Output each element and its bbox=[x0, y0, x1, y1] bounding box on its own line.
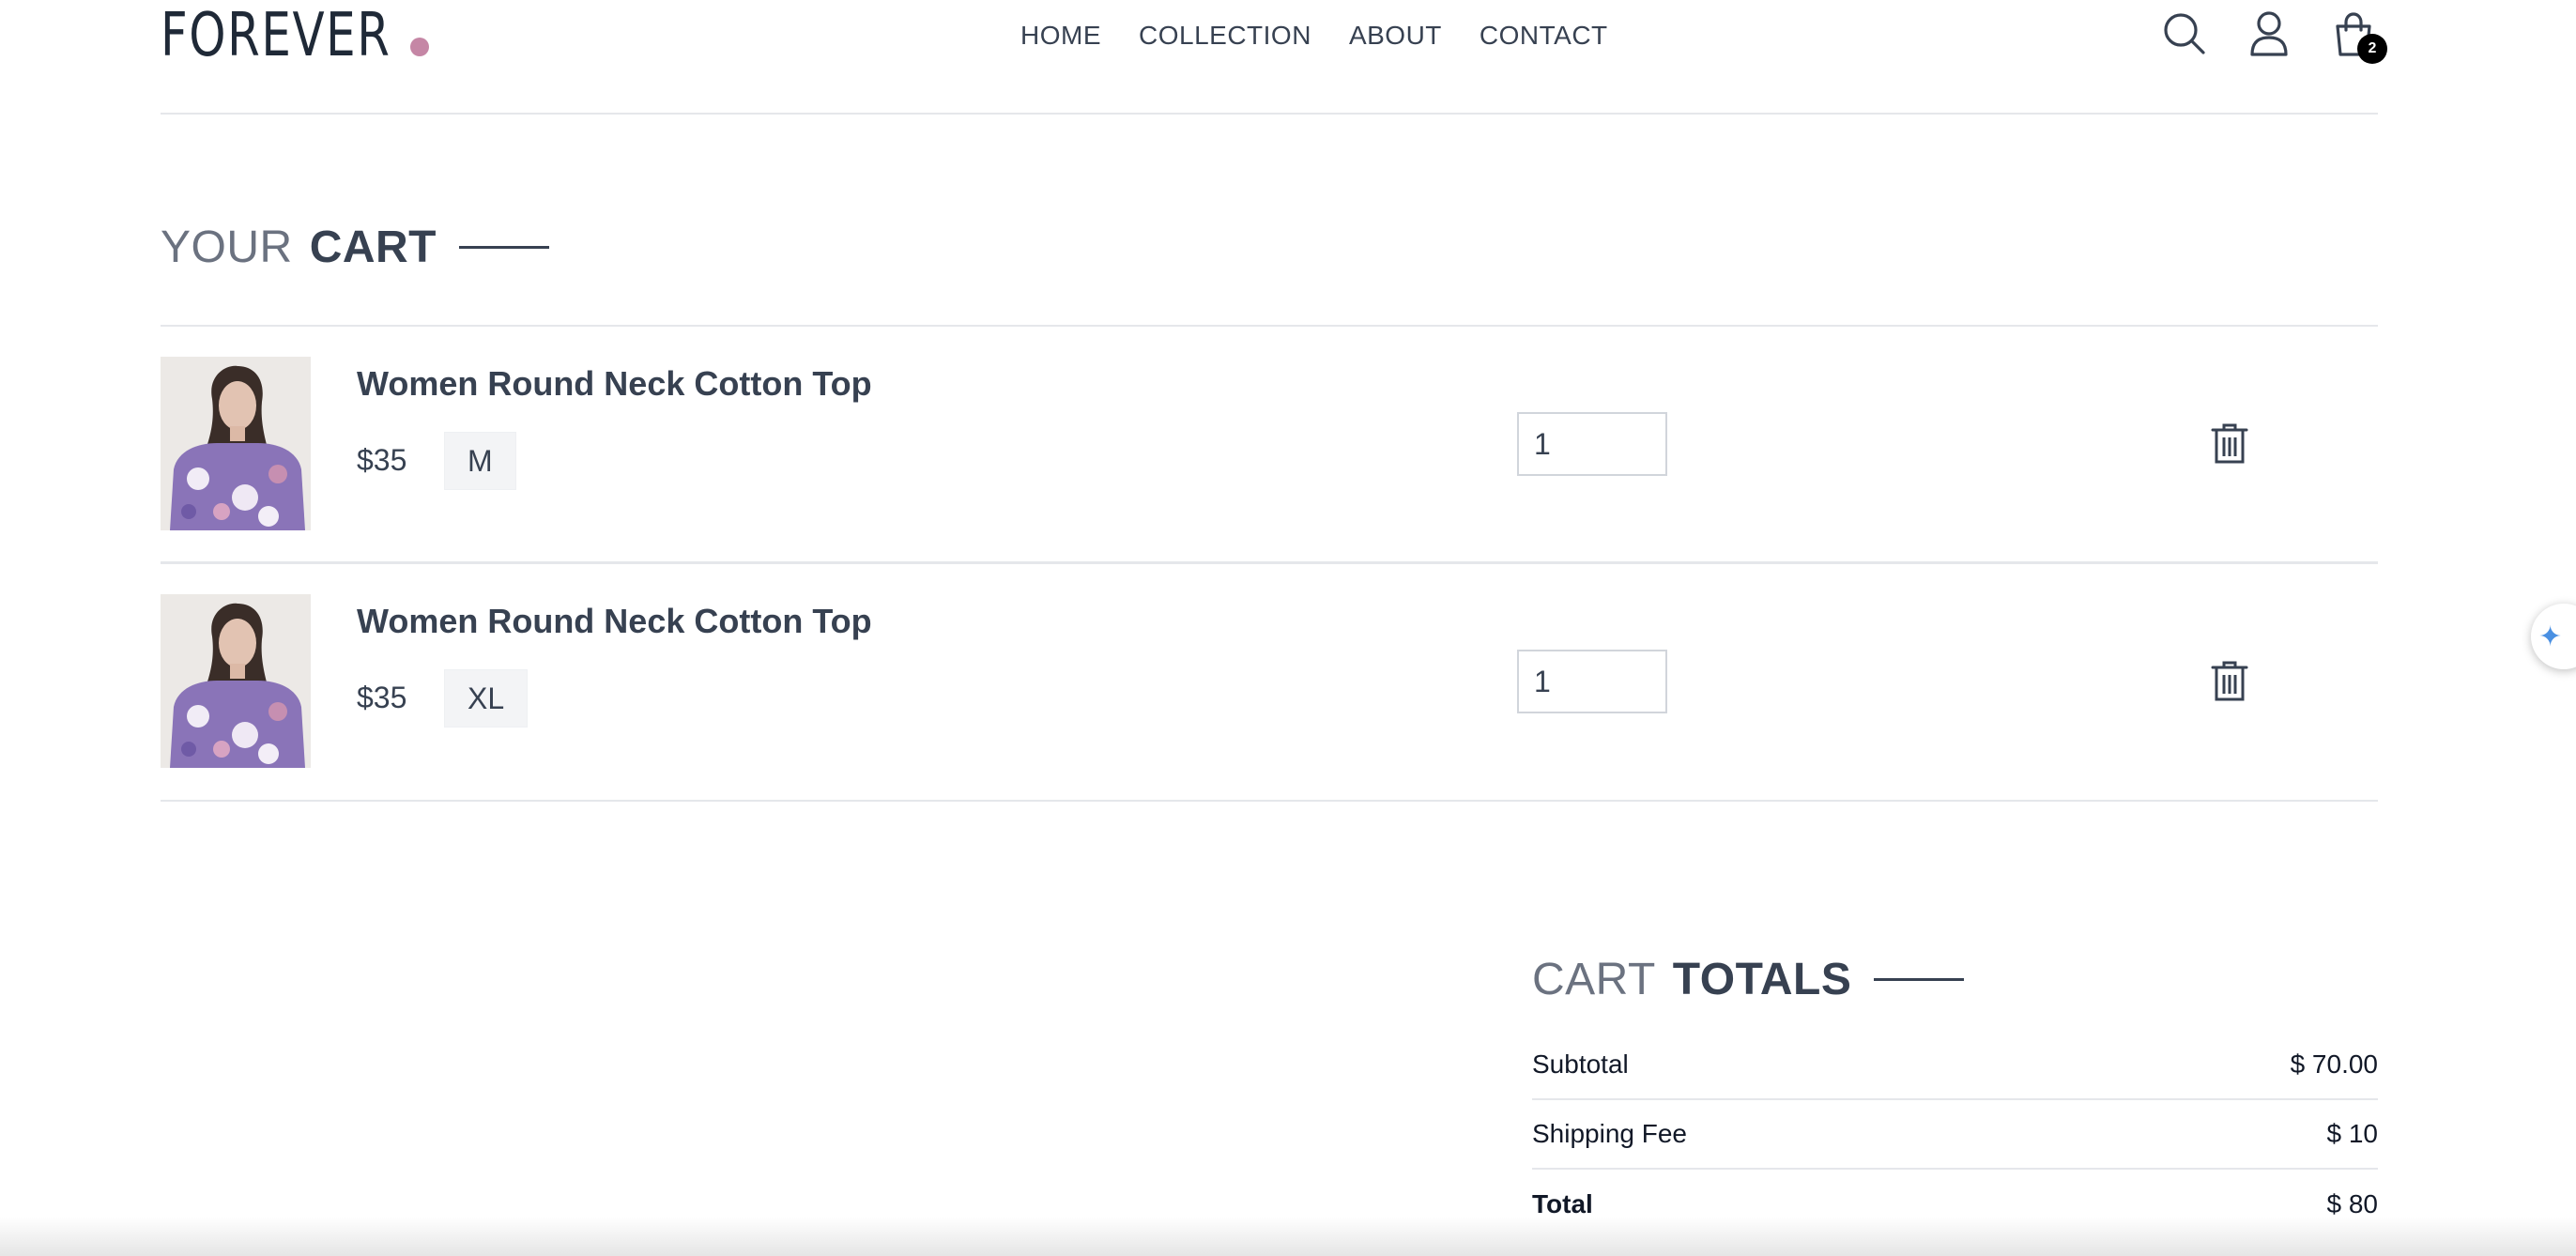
quantity-input[interactable] bbox=[1517, 650, 1667, 713]
totals-value: $ 10 bbox=[2326, 1119, 2379, 1148]
bottom-fade-overlay bbox=[0, 1217, 2576, 1256]
product-thumbnail[interactable] bbox=[161, 594, 311, 768]
product-name[interactable]: Women Round Neck Cotton Top bbox=[357, 602, 872, 641]
totals-row-subtotal: Subtotal $ 70.00 bbox=[1532, 1031, 2378, 1100]
totals-label: Total bbox=[1532, 1189, 1593, 1218]
totals-label: Subtotal bbox=[1532, 1049, 1629, 1079]
totals-value: $ 70.00 bbox=[2290, 1049, 2378, 1079]
sparkle-icon: ✦ bbox=[2538, 620, 2563, 652]
top-navbar: FOREVER HOME COLLECTION ABOUT CONTACT 2 bbox=[161, 0, 2387, 115]
profile-icon[interactable] bbox=[2245, 9, 2293, 58]
size-badge: XL bbox=[444, 669, 529, 728]
brand-logo[interactable]: FOREVER bbox=[161, 0, 456, 66]
product-price: $35 bbox=[357, 681, 407, 714]
cart-icon[interactable]: 2 bbox=[2329, 9, 2387, 64]
nav-link-contact[interactable]: CONTACT bbox=[1480, 21, 1608, 51]
floating-assistant-widget[interactable]: ✦ bbox=[2531, 604, 2576, 669]
product-price: $35 bbox=[357, 443, 407, 477]
brand-logo-text: FOREVER bbox=[161, 1, 391, 70]
cart-count-badge: 2 bbox=[2357, 34, 2387, 64]
totals-label: Shipping Fee bbox=[1532, 1119, 1688, 1148]
cart-totals-table: Subtotal $ 70.00 Shipping Fee $ 10 Total… bbox=[1532, 1031, 2378, 1239]
page-container: FOREVER HOME COLLECTION ABOUT CONTACT 2 … bbox=[161, 0, 2387, 1218]
main-menu: HOME COLLECTION ABOUT CONTACT bbox=[1020, 21, 1608, 51]
nav-icons: 2 bbox=[2160, 9, 2387, 64]
nav-link-about[interactable]: ABOUT bbox=[1349, 21, 1442, 51]
totals-row-shipping: Shipping Fee $ 10 bbox=[1532, 1100, 2378, 1170]
nav-link-collection[interactable]: COLLECTION bbox=[1139, 21, 1311, 51]
totals-value: $ 80 bbox=[2326, 1189, 2379, 1218]
product-name[interactable]: Women Round Neck Cotton Top bbox=[357, 364, 872, 404]
cart-title-bold: CART bbox=[309, 222, 437, 272]
search-icon[interactable] bbox=[2160, 9, 2209, 58]
title-underline bbox=[459, 246, 549, 249]
cart-item-row: Women Round Neck Cotton Top $35 M bbox=[161, 327, 2378, 564]
trash-icon[interactable] bbox=[2207, 658, 2252, 703]
quantity-input[interactable] bbox=[1517, 412, 1667, 476]
cart-item-list: Women Round Neck Cotton Top $35 M 1 Wome… bbox=[161, 325, 2378, 802]
totals-title-bold: TOTALS bbox=[1672, 955, 1852, 1004]
brand-logo-dot bbox=[410, 38, 429, 56]
size-badge: M bbox=[444, 432, 516, 490]
cart-section-title: YOUR CART bbox=[161, 222, 549, 273]
cart-title-light: YOUR bbox=[161, 222, 293, 272]
cart-totals-title: CART TOTALS bbox=[1532, 954, 1965, 1005]
product-thumbnail[interactable] bbox=[161, 357, 311, 530]
title-underline bbox=[1874, 978, 1965, 981]
trash-icon[interactable] bbox=[2207, 421, 2252, 466]
cart-item-row: Women Round Neck Cotton Top $35 XL bbox=[161, 564, 2378, 802]
nav-link-home[interactable]: HOME bbox=[1020, 21, 1101, 51]
totals-title-light: CART bbox=[1532, 955, 1656, 1004]
